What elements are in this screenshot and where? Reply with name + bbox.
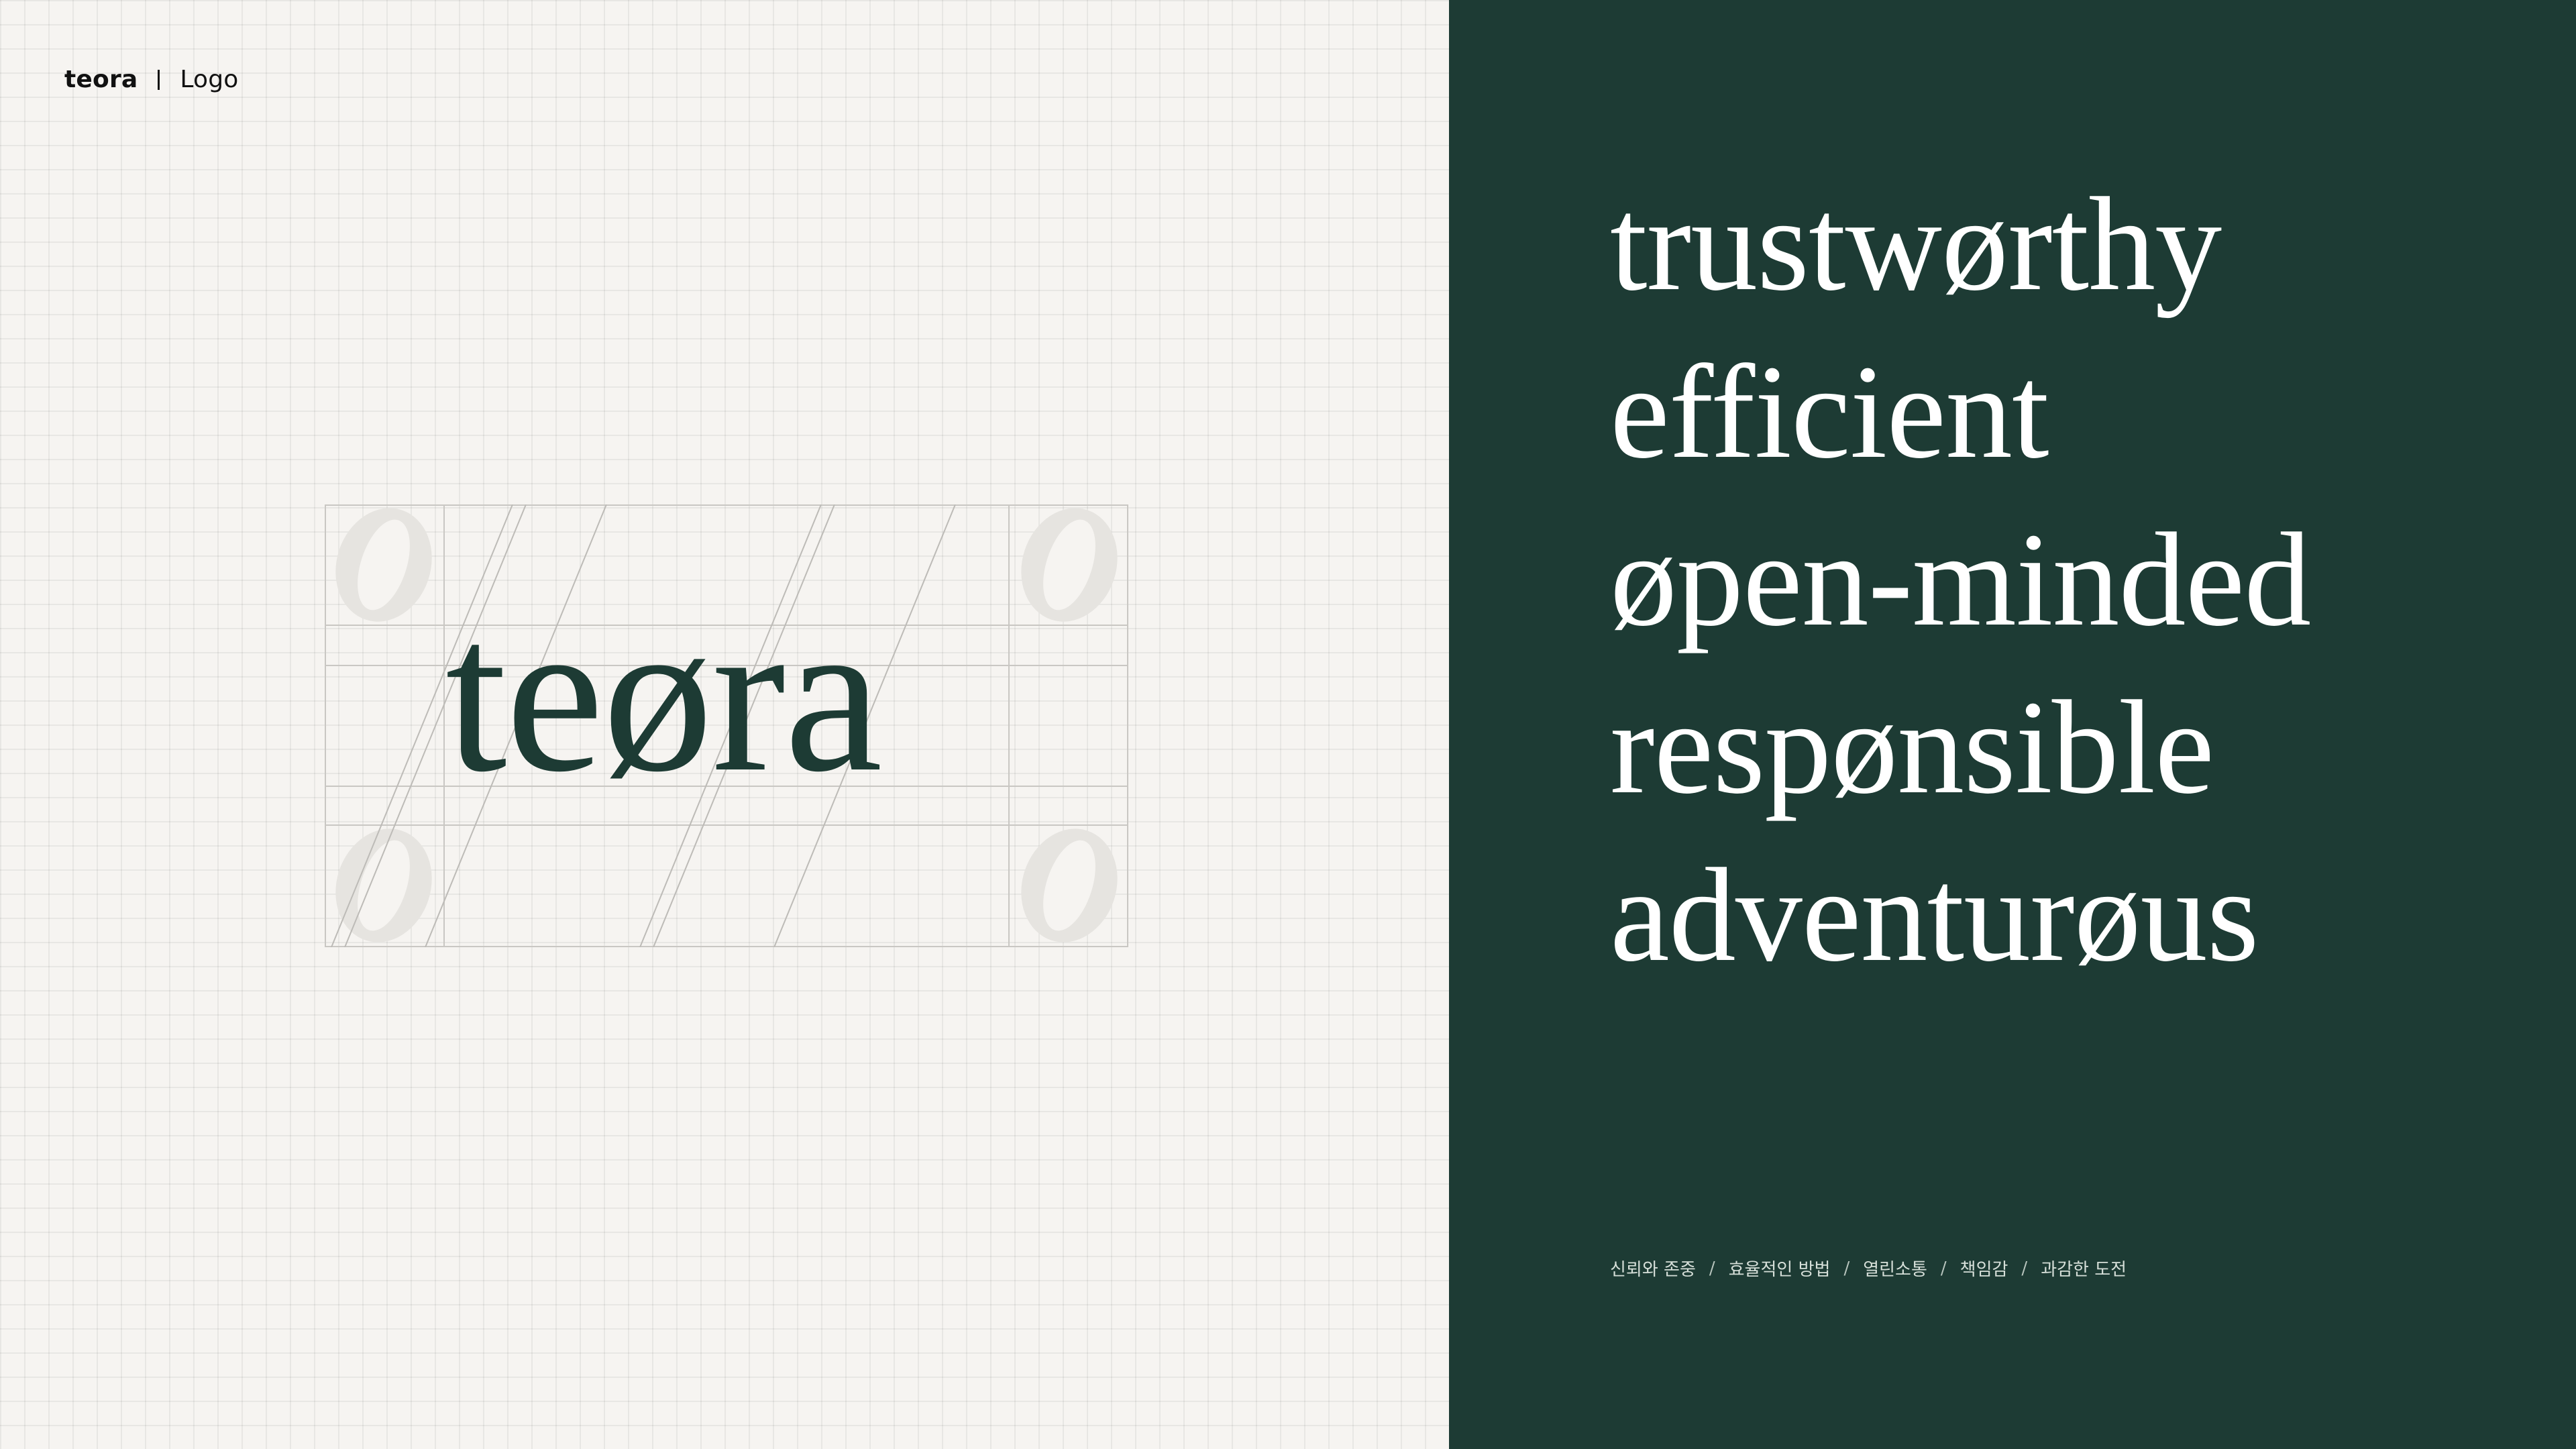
keyword-separator: / — [2021, 1258, 2028, 1279]
korean-keywords: 신뢰와 존중 / 효율적인 방법 / 열린소통 / 책임감 / 과감한 도전 — [1610, 1256, 2127, 1281]
brand-values-list: trustwørthy efficient øpen-minded respøn… — [1610, 161, 2311, 1000]
keyword-efficiency: 효율적인 방법 — [1728, 1260, 1831, 1280]
header-brand: teora — [64, 66, 138, 93]
value-trustworthy: trustwørthy — [1610, 170, 2222, 319]
header-divider — [158, 69, 160, 90]
value-efficient: efficient — [1610, 338, 2049, 486]
teora-wordmark: teøra — [445, 573, 883, 818]
header-section-title: Logo — [180, 66, 239, 93]
page-header: teora Logo — [64, 66, 239, 93]
logo-construction-grid: teøra — [325, 504, 1128, 947]
keyword-responsibility: 책임감 — [1960, 1260, 2008, 1280]
keyword-bold-challenge: 과감한 도전 — [2041, 1260, 2127, 1280]
keyword-separator: / — [1843, 1258, 1850, 1279]
brand-guide-page: teora Logo teøra trustwørthy efficient ø… — [0, 0, 2576, 1449]
keyword-trust: 신뢰와 존중 — [1610, 1260, 1696, 1280]
keyword-open-communication: 열린소통 — [1863, 1260, 1927, 1280]
keyword-separator: / — [1709, 1258, 1715, 1279]
value-adventurous: adventurøus — [1610, 841, 2259, 989]
logo-construction-panel: teora Logo teøra — [0, 0, 1449, 1449]
brand-values-panel: trustwørthy efficient øpen-minded respøn… — [1449, 0, 2576, 1449]
value-responsible: respønsible — [1610, 674, 2214, 822]
keyword-separator: / — [1940, 1258, 1947, 1279]
value-open-minded: øpen-minded — [1610, 506, 2311, 654]
